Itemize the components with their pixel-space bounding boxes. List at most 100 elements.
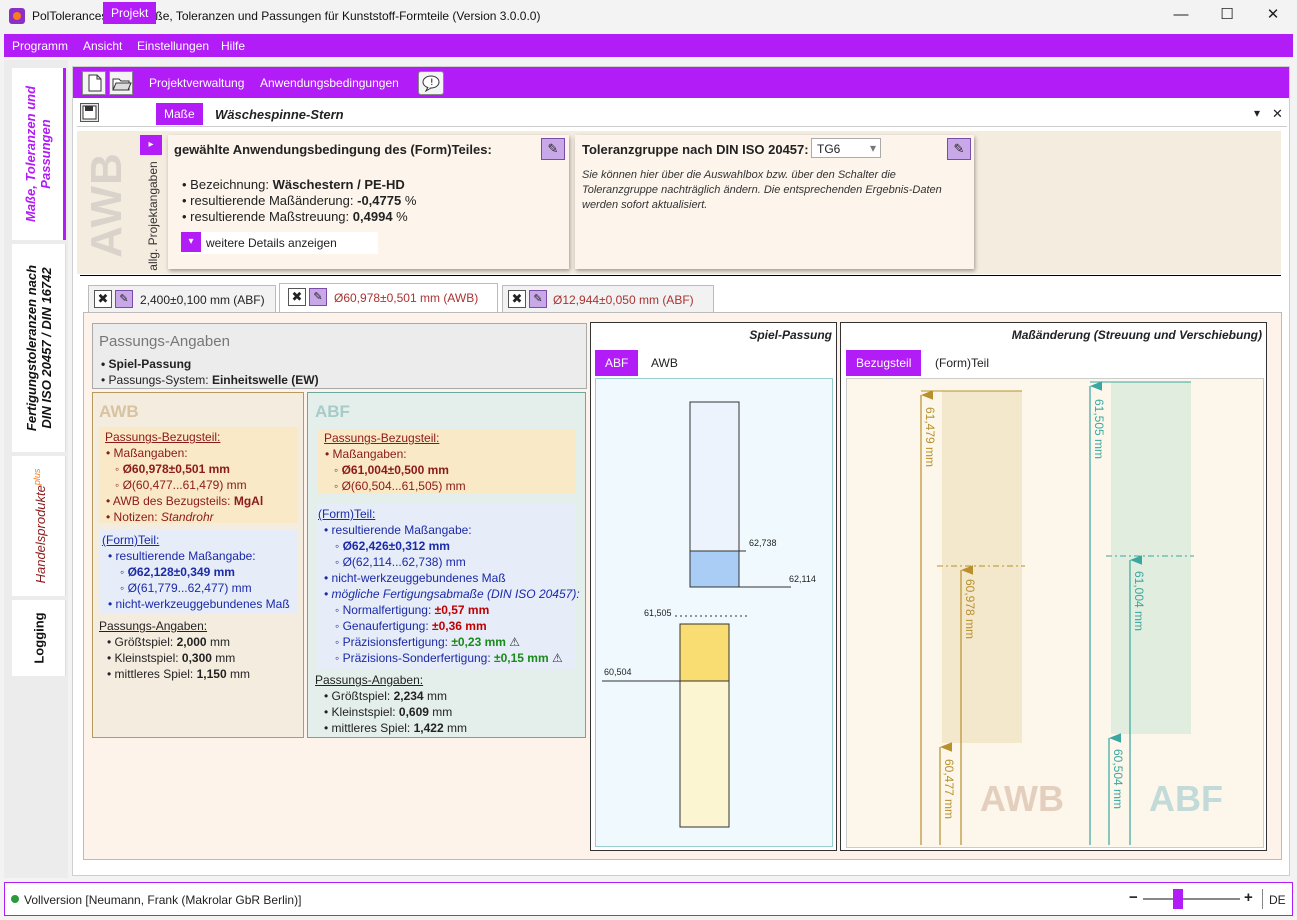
passungs-header: Passungs-Angaben <box>99 333 230 350</box>
minimize-button[interactable]: — <box>1158 0 1204 32</box>
edit-pencil-icon[interactable]: ✎ <box>309 288 327 306</box>
massaenderung-label: resultierende Maßänderung: <box>190 193 354 208</box>
edit-pencil-icon[interactable]: ✎ <box>529 290 547 308</box>
menu-programm[interactable]: Programm <box>12 39 68 53</box>
normal-value: ±0,57 mm <box>434 603 490 617</box>
tab-mass-1[interactable]: ✖ ✎ 2,400±0,100 mm (ABF) <box>88 285 276 314</box>
mass-value: Ø60,978±0,501 mm <box>122 462 230 476</box>
awb-nom-label: 60,978 mm <box>963 579 977 640</box>
app-icon <box>9 8 25 24</box>
normal-label: Normalfertigung: <box>342 603 432 617</box>
unit-label: mm <box>229 667 250 681</box>
sidetab-fertigungstoleranzen[interactable]: Fertigungstoleranzen nach DIN ISO 20457 … <box>12 244 66 452</box>
sonder-label: Präzisions-Sonderfertigung: <box>342 651 491 665</box>
save-icon[interactable] <box>80 103 99 122</box>
awb-column: AWB Passungs-Bezugsteil: • Maßangaben: ◦… <box>92 392 304 738</box>
expand-allg-button[interactable]: ▸ <box>140 135 162 155</box>
tab-projekt[interactable]: Projekt <box>103 2 157 24</box>
awb-max-label: 61,479 mm <box>923 407 937 468</box>
tab-bezugsteil[interactable]: Bezugsteil <box>846 350 922 376</box>
unit-label: mm <box>426 689 447 703</box>
close-icon[interactable]: ✖ <box>94 290 112 308</box>
close-doc-icon[interactable]: ✕ <box>1272 106 1283 122</box>
menu-hilfe[interactable]: Hilfe <box>221 39 245 53</box>
open-folder-icon[interactable] <box>109 71 133 95</box>
mittleres-spiel-label: mittleres Spiel: <box>331 721 411 735</box>
language-label[interactable]: DE <box>1269 892 1286 908</box>
form-tolerance-band <box>689 550 740 588</box>
status-text: Vollversion [Neumann, Frank (Makrolar Gb… <box>24 893 302 907</box>
tab-masse[interactable]: Maße <box>156 103 203 125</box>
spiel-passung-panel: Spiel-Passung ABF AWB 62,738 62,114 61,5… <box>590 322 837 851</box>
passungs-system-label: Passungs-System: <box>108 373 209 387</box>
zoom-in-button[interactable]: + <box>1244 889 1253 906</box>
abf-range-band <box>1111 382 1191 734</box>
zoom-out-button[interactable]: − <box>1129 889 1138 906</box>
unit-label: mm <box>432 705 453 719</box>
pa-head: Passungs-Angaben: <box>315 673 424 687</box>
unit-label: mm <box>209 635 230 649</box>
projektverwaltung-link[interactable]: Projektverwaltung <box>149 76 244 90</box>
bezug-head: Passungs-Bezugsteil: <box>324 431 440 445</box>
tab-formteil[interactable]: (Form)Teil <box>925 350 999 376</box>
massstreuung-label: resultierende Maßstreuung: <box>190 209 350 224</box>
sidetab-label: Handelsprodukte <box>32 485 48 584</box>
menu-einstellungen[interactable]: Einstellungen <box>137 39 209 53</box>
abf-col-title: ABF <box>315 402 350 421</box>
awb-card-title: gewählte Anwendungsbedingung des (Form)T… <box>174 142 492 157</box>
abf-watermark: ABF <box>1149 778 1223 819</box>
edit-pencil-icon[interactable]: ✎ <box>115 290 133 308</box>
tab-mass-2[interactable]: ✖ ✎ Ø60,978±0,501 mm (AWB) <box>279 283 498 314</box>
divider <box>1262 889 1263 909</box>
sidetab-masse-toleranzen[interactable]: Maße, Toleranzen und Passungen <box>12 68 66 240</box>
warning-icon: ⚠ <box>551 651 563 665</box>
new-file-icon[interactable] <box>82 71 106 95</box>
notiz-value: Standrohr <box>160 510 214 524</box>
tab-mass-3[interactable]: ✖ ✎ Ø12,944±0,050 mm (ABF) <box>502 285 714 314</box>
mittleres-spiel-label: mittleres Spiel: <box>114 667 194 681</box>
maximize-button[interactable]: ☐ <box>1204 0 1250 32</box>
tab-abf[interactable]: ABF <box>595 350 639 376</box>
value-label: 62,114 <box>789 574 816 584</box>
mass-value: Ø61,004±0,500 mm <box>341 463 449 477</box>
anwendungsbedingungen-link[interactable]: Anwendungsbedingungen <box>260 76 399 90</box>
value-label: 61,505 <box>644 608 672 618</box>
abf-max-label: 61,505 mm <box>1092 399 1106 460</box>
kleinstspiel-value: 0,300 <box>181 651 212 665</box>
res-value: Ø62,426±0,312 mm <box>342 539 450 553</box>
close-icon[interactable]: ✖ <box>508 290 526 308</box>
edit-pencil-icon[interactable]: ✎ <box>541 138 565 160</box>
mass-chart-title: Maßänderung (Streuung und Verschiebung) <box>1011 328 1262 342</box>
zoom-slider-track[interactable] <box>1143 898 1240 900</box>
details-toggle[interactable]: ▾ weitere Details anzeigen <box>181 232 378 254</box>
spiel-title: Spiel-Passung <box>749 328 832 342</box>
feedback-icon[interactable]: ! <box>418 71 444 95</box>
divider <box>80 275 1281 276</box>
sidetab-label: Maße, Toleranzen und Passungen <box>22 85 53 223</box>
genau-value: ±0,36 mm <box>432 619 487 633</box>
genau-label: Genaufertigung: <box>342 619 429 633</box>
mass-chart-svg <box>920 381 1194 845</box>
tg-select[interactable]: TG6 ▾ <box>811 138 881 158</box>
sidetab-label: Fertigungstoleranzen nach DIN ISO 20457 … <box>23 264 54 432</box>
kleinstspiel-value: 0,609 <box>398 705 429 719</box>
mittleres-spiel-value: 1,422 <box>413 721 444 735</box>
sidetab-handelsprodukte[interactable]: Handelsprodukteplus <box>12 456 66 596</box>
sidetab-logging[interactable]: Logging <box>12 600 66 676</box>
tab-awb[interactable]: AWB <box>641 350 688 376</box>
menu-ansicht[interactable]: Ansicht <box>83 39 122 53</box>
fertigungsabmasse-head: mögliche Fertigungsabmaße (DIN ISO 20457… <box>331 587 580 601</box>
res-label: resultierende Maßangabe: <box>331 523 472 537</box>
res-range: Ø(61,779...62,477) mm <box>127 581 252 595</box>
notiz-label: Notizen: <box>113 510 158 524</box>
edit-pencil-icon[interactable]: ✎ <box>947 138 971 160</box>
zoom-slider-handle[interactable] <box>1173 889 1183 909</box>
awb-col-title: AWB <box>99 402 139 421</box>
chevron-down-icon[interactable]: ▾ <box>1254 106 1260 120</box>
form-head: (Form)Teil: <box>102 533 160 547</box>
close-window-button[interactable]: ✕ <box>1250 0 1296 32</box>
nicht-werkzeug-label: nicht-werkzeuggebundenes Maß <box>331 571 506 585</box>
close-icon[interactable]: ✖ <box>288 288 306 306</box>
abf-form-section: (Form)Teil: • resultierende Maßangabe: ◦… <box>317 504 580 670</box>
awb-bezug-value: MgAl <box>233 494 264 508</box>
